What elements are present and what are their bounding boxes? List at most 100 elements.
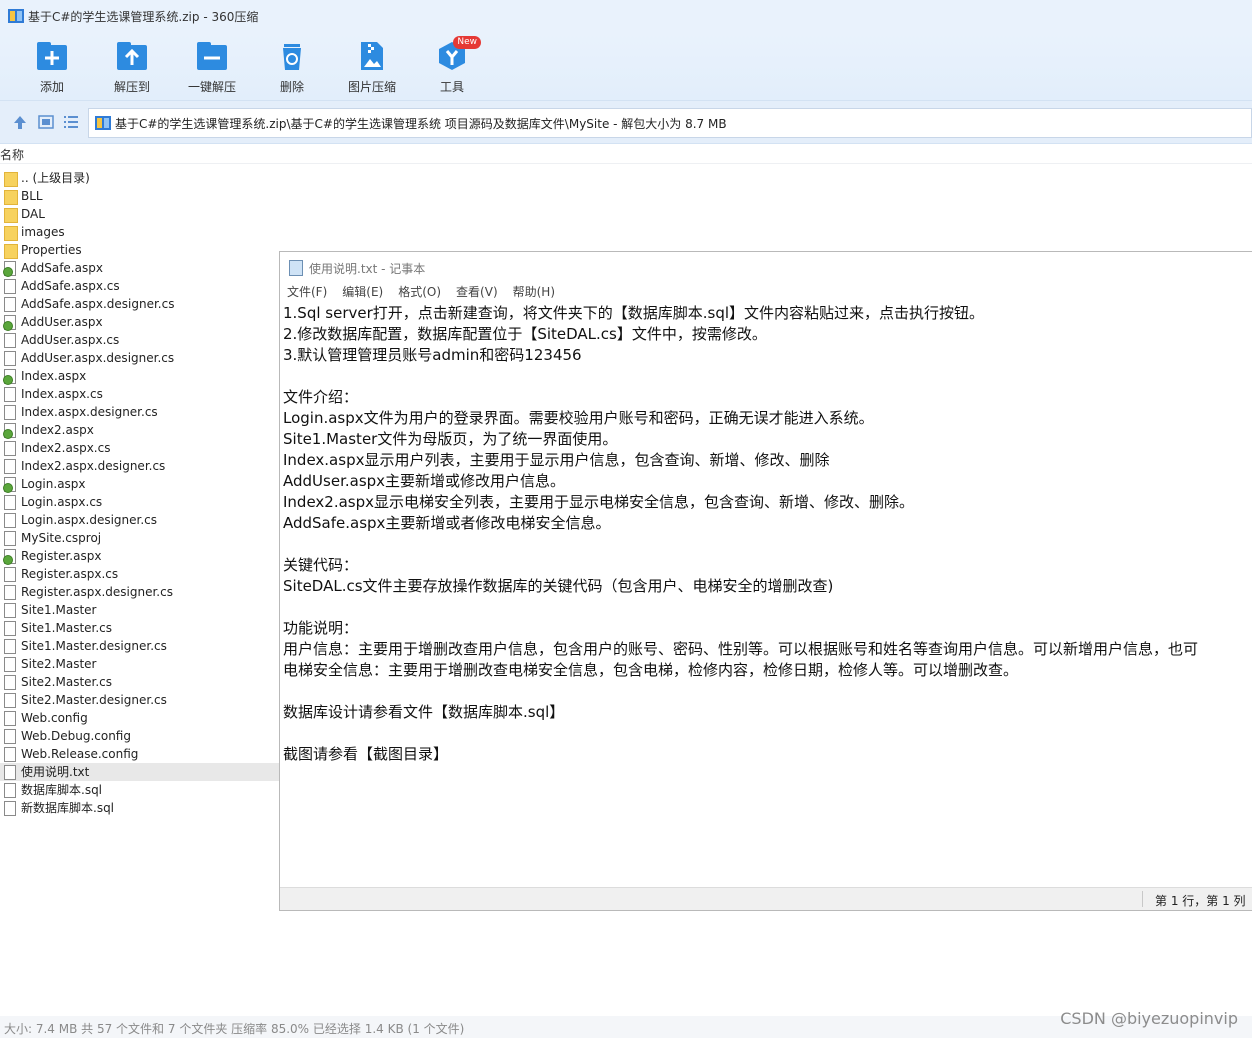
- file-name: MySite.csproj: [21, 531, 102, 545]
- file-name: DAL: [21, 207, 45, 221]
- up-arrow-icon[interactable]: [11, 113, 29, 131]
- file-name: Index.aspx.designer.cs: [21, 405, 158, 419]
- file-name: Site2.Master.cs: [21, 675, 113, 689]
- file-name: Site2.Master.designer.cs: [21, 693, 167, 707]
- file-list-item[interactable]: 新数据库脚本.sql: [0, 799, 280, 817]
- text-line: 截图请参看【截图目录】: [283, 745, 449, 763]
- file-list-item[interactable]: Register.aspx.cs: [0, 565, 280, 583]
- menu-file[interactable]: 文件(F): [287, 282, 327, 302]
- one-click-extract-button[interactable]: 一键解压: [176, 40, 248, 95]
- file-icon: [4, 279, 16, 294]
- file-icon: [4, 765, 16, 780]
- add-label: 添加: [39, 80, 64, 94]
- file-name: Site1.Master.cs: [21, 621, 113, 635]
- text-line: [283, 366, 1252, 387]
- file-list-item[interactable]: Site1.Master.cs: [0, 619, 280, 637]
- extract-to-icon: [115, 40, 149, 72]
- file-list-item[interactable]: AddSafe.aspx.cs: [0, 277, 280, 295]
- file-list-item[interactable]: Index2.aspx.designer.cs: [0, 457, 280, 475]
- file-list-item[interactable]: Web.Debug.config: [0, 727, 280, 745]
- file-list-item[interactable]: Index2.aspx: [0, 421, 280, 439]
- add-button[interactable]: 添加: [16, 40, 88, 95]
- file-icon: [4, 603, 16, 618]
- image-compress-icon: [355, 40, 389, 72]
- text-line: [283, 681, 1252, 702]
- file-name: Site1.Master.designer.cs: [21, 639, 167, 653]
- file-list-item[interactable]: Register.aspx.designer.cs: [0, 583, 280, 601]
- extract-to-label: 解压到: [113, 80, 150, 94]
- column-header-name[interactable]: 名称: [0, 146, 24, 163]
- file-name: images: [21, 225, 65, 239]
- text-line: 文件介绍：: [283, 388, 359, 406]
- file-name: Index2.aspx.cs: [21, 441, 111, 455]
- extract-to-button[interactable]: 解压到: [96, 40, 168, 95]
- file-name: Index.aspx: [21, 369, 87, 383]
- address-bar: 基于C#的学生选课管理系统.zip\基于C#的学生选课管理系统 项目源码及数据库…: [0, 100, 1252, 144]
- thumbnail-view-icon[interactable]: [37, 113, 55, 131]
- file-list-item[interactable]: Site2.Master.cs: [0, 673, 280, 691]
- file-list-item[interactable]: Web.Release.config: [0, 745, 280, 763]
- file-name: 使用说明.txt: [21, 765, 90, 779]
- file-list-item[interactable]: Index2.aspx.cs: [0, 439, 280, 457]
- window-title: 基于C#的学生选课管理系统.zip - 360压缩: [28, 10, 259, 24]
- file-list-item[interactable]: Login.aspx.cs: [0, 493, 280, 511]
- file-list-item[interactable]: .. (上级目录): [0, 169, 280, 187]
- aspx-file-icon: [3, 315, 16, 331]
- file-name: Site2.Master: [21, 657, 97, 671]
- file-list-item[interactable]: AddUser.aspx: [0, 313, 280, 331]
- image-compress-label: 图片压缩: [347, 80, 396, 94]
- file-list-item[interactable]: Web.config: [0, 709, 280, 727]
- file-icon: [4, 531, 16, 546]
- file-list-item[interactable]: Site2.Master.designer.cs: [0, 691, 280, 709]
- file-list-item[interactable]: 数据库脚本.sql: [0, 781, 280, 799]
- file-list-item[interactable]: images: [0, 223, 280, 241]
- text-line: [283, 723, 1252, 744]
- file-list-item[interactable]: Properties: [0, 241, 280, 259]
- menu-format[interactable]: 格式(O): [398, 282, 441, 302]
- menu-help[interactable]: 帮助(H): [513, 282, 555, 302]
- file-icon: [4, 585, 16, 600]
- file-list-item[interactable]: BLL: [0, 187, 280, 205]
- text-line: Site1.Master文件为母版页，为了统一界面使用。: [283, 430, 618, 448]
- file-list-item[interactable]: Index.aspx: [0, 367, 280, 385]
- file-name: Properties: [21, 243, 82, 257]
- file-list-item[interactable]: AddSafe.aspx: [0, 259, 280, 277]
- file-name: BLL: [21, 189, 43, 203]
- file-list-item[interactable]: Site1.Master.designer.cs: [0, 637, 280, 655]
- file-name: AddUser.aspx.designer.cs: [21, 351, 175, 365]
- file-list-item[interactable]: MySite.csproj: [0, 529, 280, 547]
- file-icon: [4, 729, 16, 744]
- menu-view[interactable]: 查看(V): [456, 282, 498, 302]
- file-list-item[interactable]: Register.aspx: [0, 547, 280, 565]
- path-field[interactable]: 基于C#的学生选课管理系统.zip\基于C#的学生选课管理系统 项目源码及数据库…: [88, 108, 1252, 138]
- file-list-item[interactable]: Index.aspx.cs: [0, 385, 280, 403]
- file-name: AddUser.aspx.cs: [21, 333, 120, 347]
- notepad-text-area[interactable]: 1.Sql server打开，点击新建查询，将文件夹下的【数据库脚本.sql】文…: [283, 303, 1252, 887]
- file-list-item[interactable]: 使用说明.txt: [0, 763, 280, 781]
- folder-icon: [4, 172, 18, 187]
- folder-icon: [4, 244, 18, 259]
- cursor-position: 第 1 行，第 1 列: [1155, 894, 1246, 908]
- file-list-item[interactable]: AddUser.aspx.designer.cs: [0, 349, 280, 367]
- notepad-icon: [289, 260, 303, 276]
- file-list-item[interactable]: Login.aspx.designer.cs: [0, 511, 280, 529]
- text-line: Login.aspx文件为用户的登录界面。需要校验用户账号和密码，正确无误才能进…: [283, 409, 874, 427]
- file-name: Web.config: [21, 711, 88, 725]
- notepad-status-bar: 第 1 行，第 1 列: [280, 887, 1252, 910]
- delete-label: 删除: [279, 80, 304, 94]
- delete-button[interactable]: 删除: [256, 40, 328, 95]
- file-list-item[interactable]: Login.aspx: [0, 475, 280, 493]
- file-name: Site1.Master: [21, 603, 97, 617]
- file-list-item[interactable]: AddUser.aspx.cs: [0, 331, 280, 349]
- file-list-item[interactable]: AddSafe.aspx.designer.cs: [0, 295, 280, 313]
- file-list-item[interactable]: DAL: [0, 205, 280, 223]
- list-view-icon[interactable]: [62, 113, 80, 131]
- menu-edit[interactable]: 编辑(E): [342, 282, 383, 302]
- file-list-item[interactable]: Index.aspx.designer.cs: [0, 403, 280, 421]
- file-list-item[interactable]: Site2.Master: [0, 655, 280, 673]
- file-icon: [4, 675, 16, 690]
- tools-button[interactable]: New 工具: [416, 36, 488, 95]
- image-compress-button[interactable]: 图片压缩: [336, 40, 408, 95]
- folder-icon: [4, 208, 18, 223]
- file-list-item[interactable]: Site1.Master: [0, 601, 280, 619]
